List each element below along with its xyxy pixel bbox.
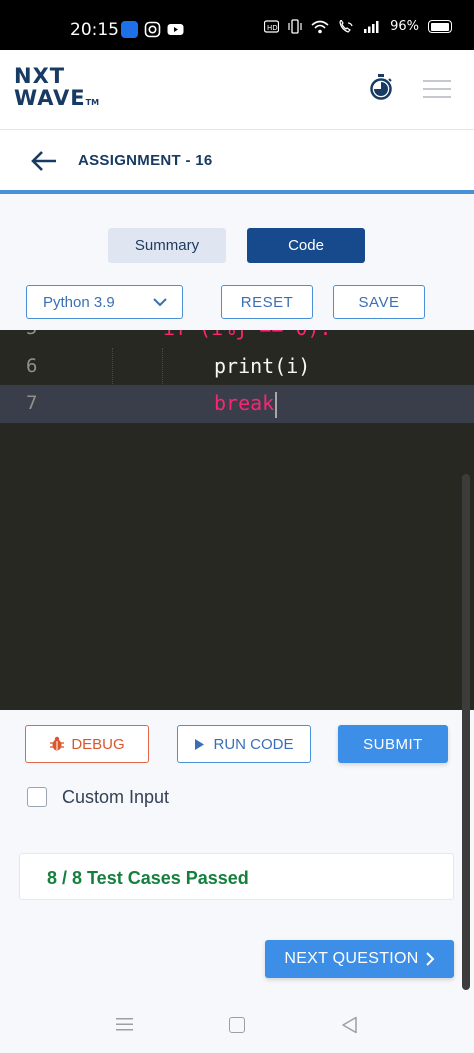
- notification-icons: [121, 21, 184, 38]
- line-number: 6: [26, 355, 38, 377]
- language-select[interactable]: Python 3.9: [26, 285, 183, 319]
- bug-icon: [50, 736, 65, 751]
- wifi-icon: [311, 20, 329, 33]
- run-code-button[interactable]: RUN CODE: [177, 725, 311, 763]
- reset-button[interactable]: RESET: [221, 285, 313, 319]
- play-icon: [195, 738, 205, 750]
- indent-guide: [162, 348, 163, 386]
- assignment-title: ASSIGNMENT - 16: [78, 152, 213, 169]
- test-result-text: 8 / 8 Test Cases Passed: [47, 868, 249, 888]
- hamburger-menu-icon[interactable]: [423, 79, 451, 99]
- nav-back-icon[interactable]: [341, 1016, 359, 1034]
- chevron-right-icon: [425, 952, 435, 966]
- custom-input-checkbox[interactable]: [27, 787, 47, 807]
- home-icon[interactable]: [229, 1017, 245, 1033]
- status-time: 20:15: [70, 20, 119, 40]
- run-code-label: RUN CODE: [213, 735, 294, 753]
- stopwatch-icon[interactable]: [368, 73, 394, 101]
- android-app-icon: [121, 21, 138, 38]
- text-cursor: [275, 391, 278, 418]
- debug-label: DEBUG: [71, 735, 125, 753]
- next-question-label: NEXT QUESTION: [284, 950, 419, 967]
- chevron-down-icon: [153, 298, 167, 307]
- submit-button[interactable]: SUBMIT: [338, 725, 448, 763]
- back-arrow-icon[interactable]: [30, 148, 58, 174]
- code-text: break: [214, 391, 275, 415]
- logo-line-1: NXT: [14, 64, 66, 88]
- code-editor[interactable]: 5 if (i%j == 0): 6 print(i) 7 break: [0, 330, 474, 710]
- line-number: 5: [26, 330, 37, 339]
- assignment-bar: ASSIGNMENT - 16: [0, 130, 474, 194]
- recent-apps-icon[interactable]: [116, 1018, 133, 1031]
- wifi-calling-icon: [339, 19, 353, 33]
- logo-line-2: WAVE: [14, 86, 86, 110]
- debug-button[interactable]: DEBUG: [25, 725, 149, 763]
- svg-text:HD: HD: [267, 24, 278, 32]
- instagram-icon: [144, 21, 161, 38]
- line-number: 7: [26, 392, 38, 414]
- language-value: Python 3.9: [43, 293, 115, 311]
- youtube-icon: [167, 24, 184, 35]
- next-question-button[interactable]: NEXT QUESTION: [265, 940, 454, 978]
- code-text: print(i): [214, 354, 311, 378]
- custom-input-label[interactable]: Custom Input: [62, 787, 169, 808]
- test-result-box: 8 / 8 Test Cases Passed: [19, 853, 454, 900]
- tab-summary[interactable]: Summary: [108, 228, 226, 263]
- indent-guide: [112, 348, 113, 386]
- signal-icon: [364, 21, 379, 33]
- save-button[interactable]: SAVE: [333, 285, 425, 319]
- app-header: NXT WAVETM: [0, 50, 474, 130]
- system-icons: HD 96%: [264, 19, 452, 34]
- vibrate-icon: [288, 19, 302, 34]
- code-text: if (i%j == 0):: [163, 330, 332, 340]
- battery-percent: 96%: [390, 19, 419, 34]
- code-line-5[interactable]: 5 if (i%j == 0):: [0, 330, 474, 348]
- tab-code[interactable]: Code: [247, 228, 365, 263]
- page-scrollbar[interactable]: [462, 474, 470, 990]
- code-line-7-active[interactable]: 7 break: [0, 385, 474, 423]
- nxtwave-logo[interactable]: NXT WAVETM: [14, 65, 99, 114]
- system-nav-bar: [0, 995, 474, 1053]
- code-line-6[interactable]: 6 print(i): [0, 348, 474, 386]
- battery-icon: [428, 20, 452, 33]
- hd-voice-icon: HD: [264, 20, 280, 33]
- logo-trademark: TM: [85, 98, 100, 107]
